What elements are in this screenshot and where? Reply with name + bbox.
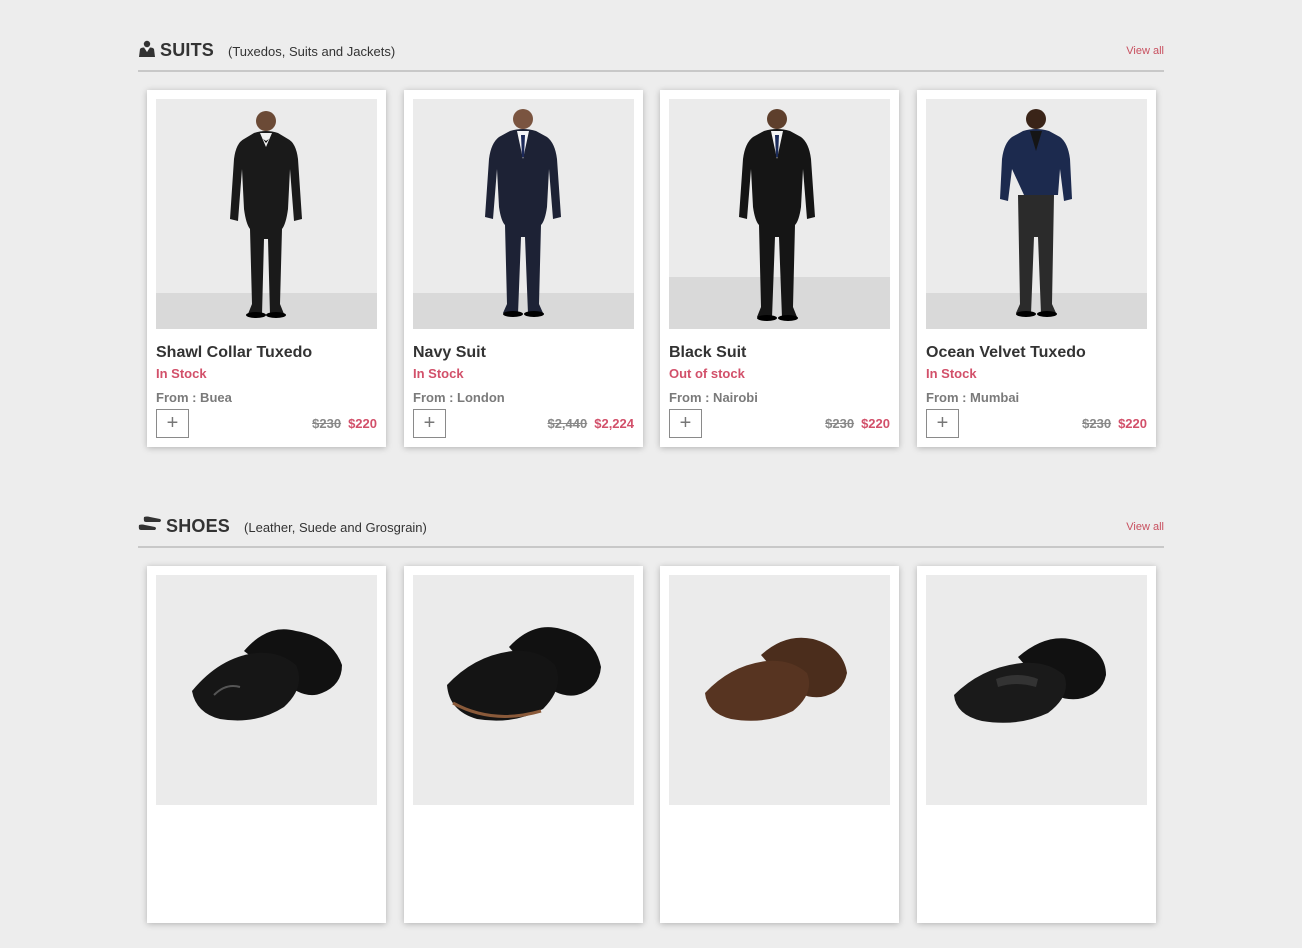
product-card[interactable]: Navy Suit In Stock From : London + $2,44… [404,90,643,447]
stock-status: In Stock [156,366,207,381]
sale-price: $2,224 [594,416,634,431]
section-name: SHOES [166,516,231,536]
black-cap-toe-oxford-photo[interactable] [156,575,377,805]
shoe-icon [138,516,162,534]
section-header: SUITS (Tuxedos, Suits and Jackets) View … [138,36,1164,72]
product-card[interactable] [660,566,899,923]
suits-section: SUITS (Tuxedos, Suits and Jackets) View … [138,36,1164,472]
shoes-section: SHOES (Leather, Suede and Grosgrain) Vie… [138,512,1164,948]
plus-icon: + [166,412,179,434]
view-all-link[interactable]: View all [1126,521,1164,533]
black-velvet-loafer-photo[interactable] [926,575,1147,805]
man-velvet-tuxedo-photo[interactable] [926,99,1147,329]
product-origin: From : Mumbai [926,390,1020,405]
price-block: $2,440 $2,224 [547,416,634,431]
section-subtitle: (Leather, Suede and Grosgrain) [244,520,427,535]
product-origin: From : Nairobi [669,390,758,405]
product-origin: From : Buea [156,390,232,405]
sale-price: $220 [1118,416,1147,431]
man-black-tuxedo-photo[interactable] [156,99,377,329]
stock-status: In Stock [926,366,977,381]
product-grid [138,548,1164,948]
add-to-cart-button[interactable]: + [669,409,702,438]
product-card[interactable]: Shawl Collar Tuxedo In Stock From : Buea… [147,90,386,447]
add-to-cart-button[interactable]: + [413,409,446,438]
product-name[interactable]: Ocean Velvet Tuxedo [926,344,1086,362]
product-card[interactable] [404,566,643,923]
man-black-suit-photo[interactable] [669,99,890,329]
add-to-cart-button[interactable]: + [156,409,189,438]
original-price: $230 [312,416,342,431]
product-card[interactable]: Black Suit Out of stock From : Nairobi +… [660,90,899,447]
product-name[interactable]: Black Suit [669,344,746,362]
suit-icon [138,40,156,58]
sale-price: $220 [348,416,377,431]
price-block: $230 $220 [312,416,377,431]
original-price: $230 [1082,416,1112,431]
section-title: SHOES (Leather, Suede and Grosgrain) [138,514,427,537]
original-price: $230 [825,416,855,431]
product-origin: From : London [413,390,505,405]
section-subtitle: (Tuxedos, Suits and Jackets) [228,44,396,59]
product-name[interactable]: Shawl Collar Tuxedo [156,344,312,362]
product-grid: Shawl Collar Tuxedo In Stock From : Buea… [138,72,1164,472]
plus-icon: + [423,412,436,434]
section-name: SUITS [160,40,215,60]
section-header: SHOES (Leather, Suede and Grosgrain) Vie… [138,512,1164,548]
plus-icon: + [679,412,692,434]
black-derby-shoe-photo[interactable] [413,575,634,805]
price-block: $230 $220 [1082,416,1147,431]
stock-status: In Stock [413,366,464,381]
product-card[interactable] [917,566,1156,923]
plus-icon: + [936,412,949,434]
product-name[interactable]: Navy Suit [413,344,486,362]
man-navy-suit-photo[interactable] [413,99,634,329]
price-block: $230 $220 [825,416,890,431]
stock-status: Out of stock [669,366,745,381]
brown-suede-derby-photo[interactable] [669,575,890,805]
sale-price: $220 [861,416,890,431]
product-card[interactable]: Ocean Velvet Tuxedo In Stock From : Mumb… [917,90,1156,447]
view-all-link[interactable]: View all [1126,45,1164,57]
product-card[interactable] [147,566,386,923]
add-to-cart-button[interactable]: + [926,409,959,438]
section-title: SUITS (Tuxedos, Suits and Jackets) [138,38,395,61]
original-price: $2,440 [547,416,588,431]
